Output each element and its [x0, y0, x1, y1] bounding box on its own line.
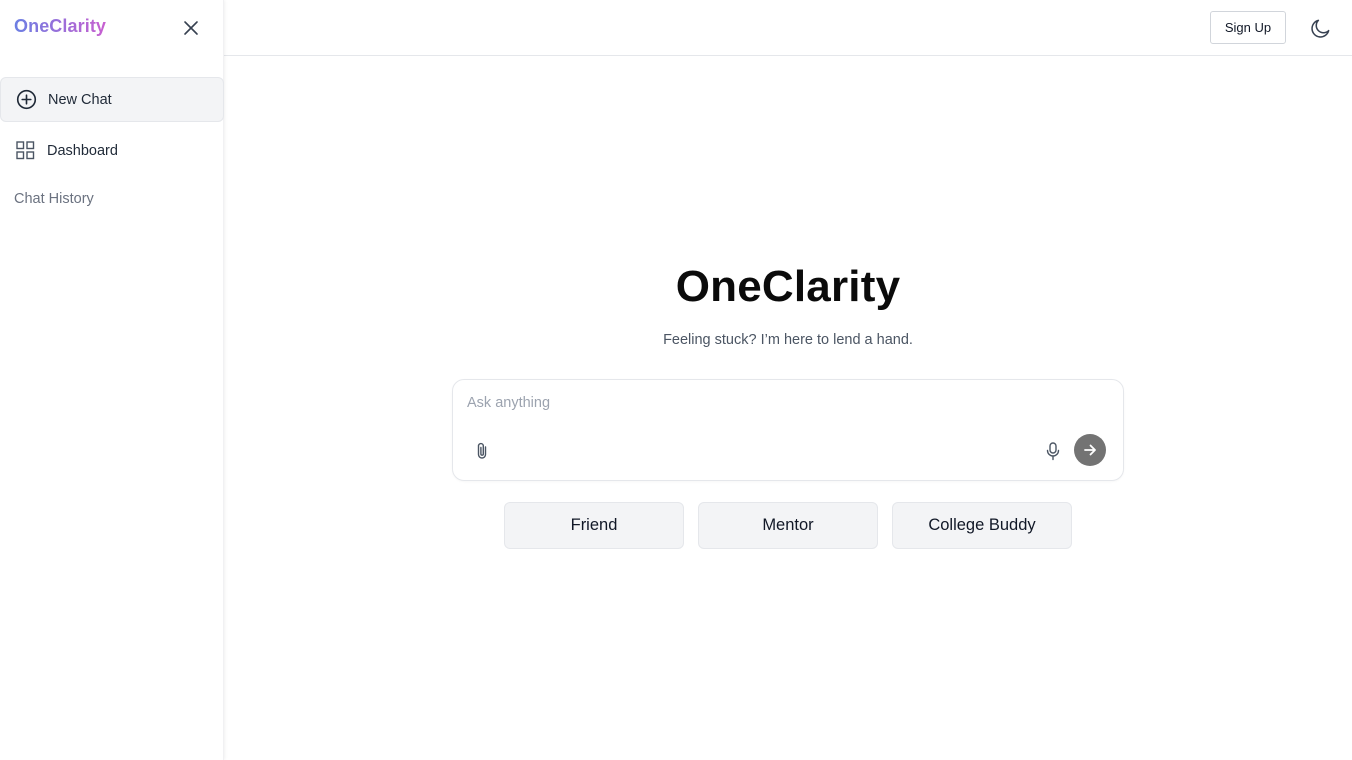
microphone-icon: [1046, 441, 1060, 460]
close-sidebar-button[interactable]: [180, 17, 202, 39]
send-button[interactable]: [1074, 434, 1106, 466]
sidebar-item-dashboard[interactable]: Dashboard: [0, 128, 224, 173]
persona-mentor-button[interactable]: Mentor: [698, 502, 878, 549]
chat-input[interactable]: [467, 392, 1107, 414]
moon-icon: [1310, 19, 1329, 38]
app-root: OneClarity New Chat Dashboard Chat Histo…: [0, 0, 1352, 760]
paperclip-icon: [477, 442, 487, 459]
chat-history-heading: Chat History: [14, 191, 94, 207]
page-subtitle: Feeling stuck? I’m here to lend a hand.: [663, 332, 913, 348]
top-bar: Sign Up: [224, 0, 1352, 56]
chat-composer: [452, 379, 1124, 481]
page-title: OneClarity: [675, 262, 901, 311]
grid-icon: [14, 140, 36, 162]
sidebar-item-new-chat[interactable]: New Chat: [0, 77, 224, 122]
sign-up-button[interactable]: Sign Up: [1210, 11, 1286, 44]
theme-toggle-button[interactable]: [1308, 16, 1332, 40]
sidebar: OneClarity New Chat Dashboard Chat Histo…: [0, 0, 224, 760]
persona-friend-button[interactable]: Friend: [504, 502, 684, 549]
plus-circle-icon: [15, 89, 37, 111]
voice-input-button[interactable]: [1043, 440, 1063, 462]
sidebar-item-label: Dashboard: [47, 142, 118, 159]
close-icon: [184, 21, 198, 35]
sidebar-brand-logo[interactable]: OneClarity: [14, 16, 106, 37]
persona-college-buddy-button[interactable]: College Buddy: [892, 502, 1072, 549]
sidebar-item-label: New Chat: [48, 91, 112, 108]
attach-button[interactable]: [472, 440, 492, 462]
arrow-right-icon: [1084, 444, 1096, 456]
